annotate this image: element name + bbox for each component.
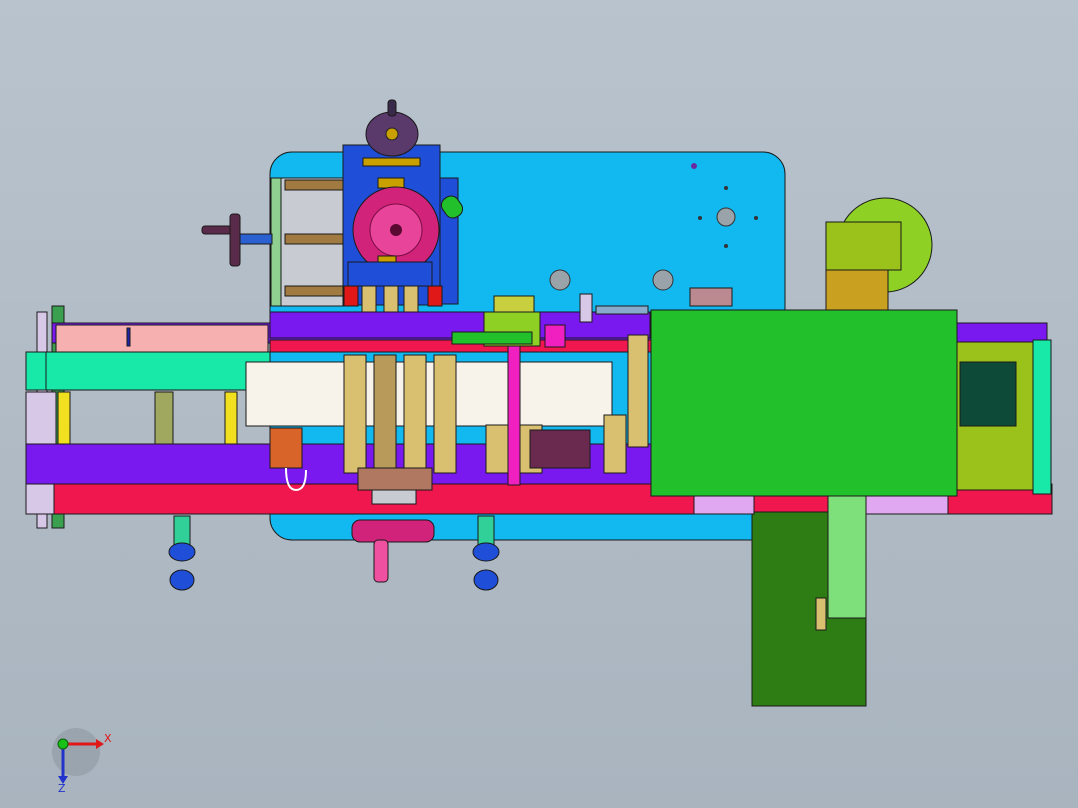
plate-hole <box>698 216 702 220</box>
bottom-handle <box>373 539 389 583</box>
x-axis-label: X <box>104 732 112 745</box>
y-axis-icon <box>57 738 69 750</box>
plate-hole <box>691 163 697 169</box>
slide-rod <box>284 179 346 191</box>
plate-hole <box>652 269 674 291</box>
machine-drawing: X Z <box>25 99 1053 795</box>
plate-hole <box>549 269 571 291</box>
slide-rod <box>284 233 346 245</box>
z-axis-label: Z <box>58 782 66 795</box>
green-cover[interactable] <box>650 309 958 497</box>
plate-hole <box>724 244 728 248</box>
top-knob-handle <box>387 99 397 117</box>
light-green-arm <box>827 493 867 619</box>
motor-block <box>825 221 902 271</box>
adjust-handle[interactable] <box>201 225 233 235</box>
roller <box>603 414 627 474</box>
plate-hole <box>724 186 728 190</box>
magenta-shaft <box>507 329 521 486</box>
bottom-handwheel[interactable] <box>351 519 435 543</box>
roller <box>403 354 427 474</box>
leveling-foot <box>477 515 495 547</box>
bottom-head <box>357 467 433 491</box>
roller <box>627 334 649 448</box>
motor-mount <box>825 269 889 313</box>
slide-rod <box>284 285 346 297</box>
label-belt <box>245 361 613 427</box>
mint-bar <box>39 351 271 391</box>
head-top-plate <box>362 157 421 167</box>
cad-viewport[interactable]: X Z <box>0 0 1078 808</box>
support-post <box>224 391 238 445</box>
roller <box>485 424 509 474</box>
salmon-panel <box>55 324 269 353</box>
roller <box>433 354 457 474</box>
roller <box>373 354 397 474</box>
support-post <box>154 391 174 445</box>
adjust-handle-grip <box>229 213 241 267</box>
roller <box>343 354 367 474</box>
plate-hole <box>716 207 736 227</box>
axis-triad: X Z <box>52 728 112 795</box>
support-post <box>57 391 71 445</box>
plate-hole <box>754 216 758 220</box>
leveling-foot <box>173 515 191 547</box>
